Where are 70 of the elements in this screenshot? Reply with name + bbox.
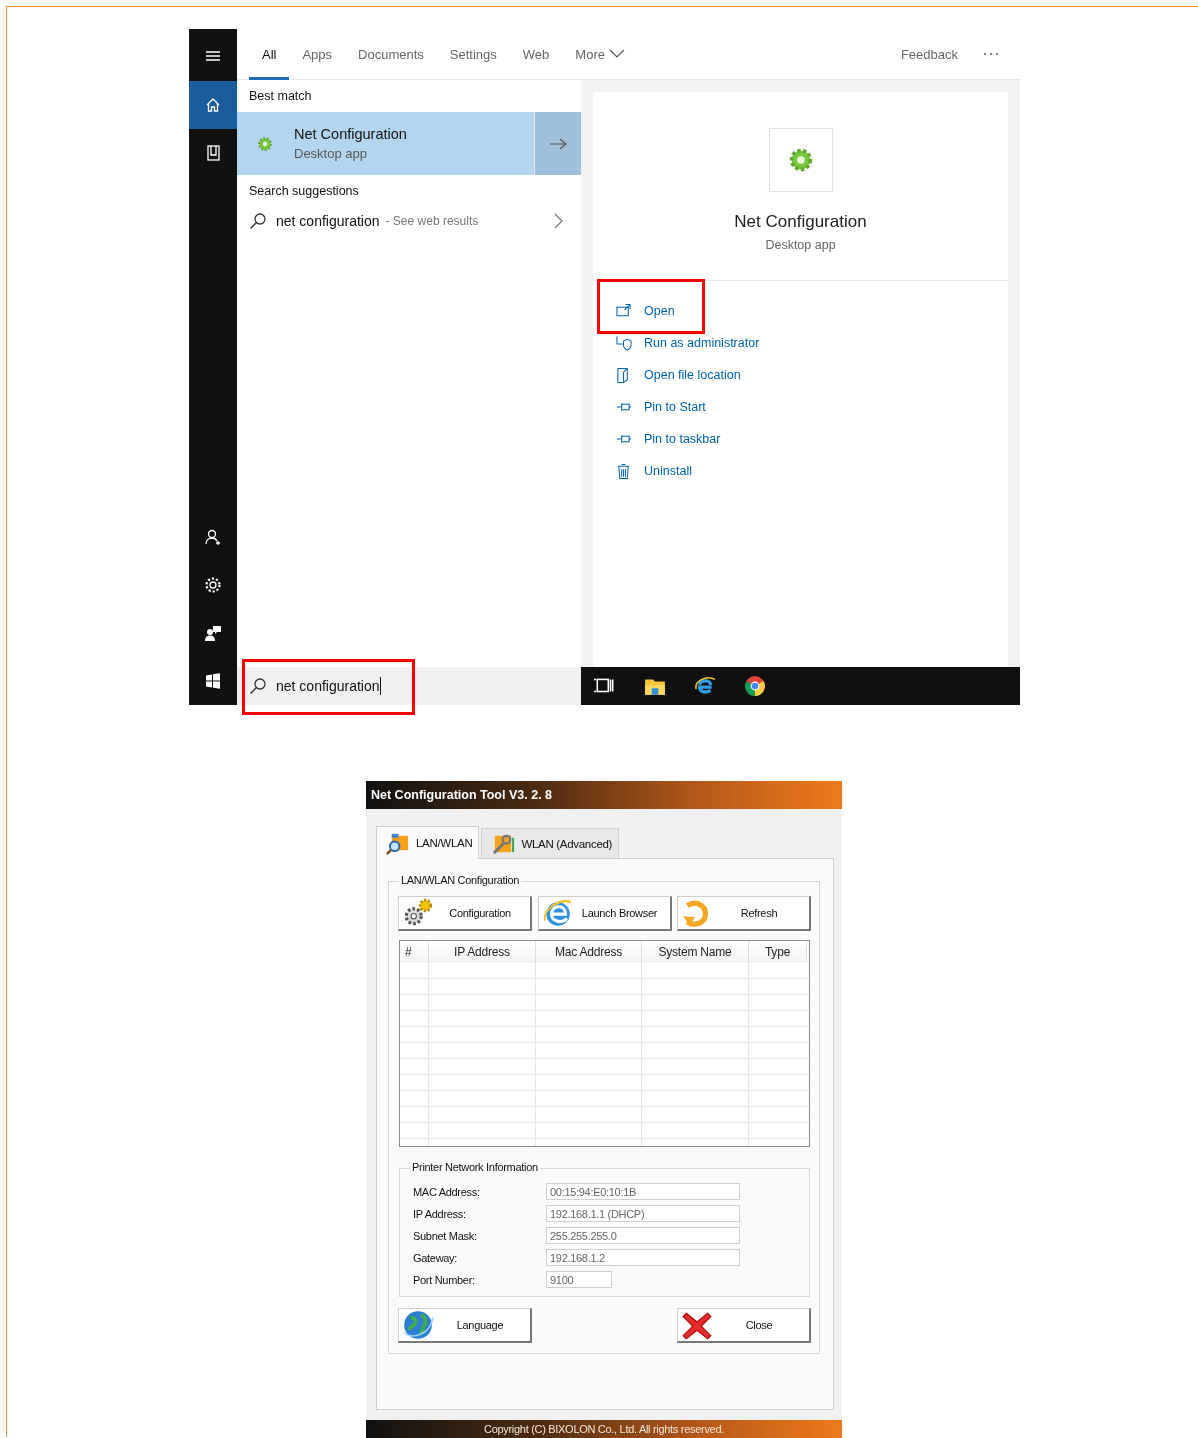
action-link[interactable]: Run as administrator <box>616 332 760 354</box>
tab[interactable]: WLAN (Advanced) <box>481 828 620 858</box>
start-icon <box>204 672 222 690</box>
feedback-icon <box>204 624 222 642</box>
shield-icon <box>616 334 632 352</box>
search-icon <box>249 677 266 695</box>
section-heading: Best match <box>248 88 313 105</box>
group-title: Printer Network Information <box>410 1161 540 1173</box>
taskbar-button[interactable] <box>743 674 767 698</box>
field-label: IP Address: <box>413 1207 467 1220</box>
text-field[interactable]: 00:15:94:E0:10:1B <box>546 1183 740 1200</box>
tab[interactable]: More <box>562 28 638 80</box>
suggestion-text: net configuration <box>276 213 380 229</box>
tab[interactable]: Apps <box>289 28 346 80</box>
action-link[interactable]: Open <box>616 300 675 322</box>
field-label: Gateway: <box>413 1251 459 1264</box>
tab[interactable]: LAN/WLAN <box>376 826 480 859</box>
action-link[interactable]: Open file location <box>616 364 741 386</box>
home-icon <box>204 96 222 114</box>
toolbar-button[interactable]: Configuration <box>398 896 532 931</box>
text-field[interactable]: 192.168.1.1 (DHCP) <box>546 1205 740 1222</box>
column-header[interactable]: System Name <box>642 941 749 963</box>
app-title: Net Configuration <box>734 212 867 232</box>
toolbar-button[interactable]: Refresh <box>677 896 811 931</box>
app-subtitle: Desktop app <box>294 146 368 161</box>
folder-magnifier-icon <box>385 831 411 855</box>
chevron-down-icon <box>608 49 625 59</box>
chrome-icon <box>744 675 766 697</box>
person-add-icon <box>204 528 222 546</box>
app-subtitle: Desktop app <box>765 238 836 252</box>
suggestion-hint: - See web results <box>385 214 479 228</box>
column-header[interactable]: Type <box>749 941 807 963</box>
text-field[interactable]: 255.255.255.0 <box>546 1227 740 1244</box>
column-header[interactable]: IP Address <box>429 941 536 963</box>
column-header[interactable]: Mac Address <box>536 941 642 963</box>
settings-icon <box>204 576 222 594</box>
action-link[interactable]: Uninstall <box>616 460 692 482</box>
search-icon <box>249 212 266 230</box>
copyright-bar: Copyright (C) BIXOLON Co., Ltd. All rights reserved. <box>366 1420 842 1438</box>
toolbar-button[interactable]: Language <box>398 1308 532 1343</box>
tab[interactable]: Web <box>509 28 563 80</box>
feedback-link[interactable]: Feedback <box>900 46 958 62</box>
app-title: Net Configuration <box>294 126 407 142</box>
globe-icon <box>402 1309 434 1341</box>
suggestion-item[interactable]: net configuration - See web results <box>237 205 581 237</box>
gear-icon <box>256 134 274 153</box>
field-label: Port Number: <box>413 1273 476 1286</box>
text-field[interactable]: 192.168.1.2 <box>546 1249 740 1266</box>
arrow-right-icon <box>549 137 567 150</box>
tab[interactable]: Documents <box>345 28 437 80</box>
field-label: MAC Address: <box>413 1185 481 1198</box>
chevron-right-icon <box>554 213 563 229</box>
toolbar-button[interactable]: Launch Browser <box>537 896 672 931</box>
section-heading: Search suggestions <box>248 183 360 200</box>
tab[interactable]: Settings <box>436 28 510 80</box>
text-field[interactable]: 9100 <box>546 1271 612 1288</box>
column-header[interactable]: # <box>400 941 429 963</box>
action-link[interactable]: Pin to Start <box>616 396 706 418</box>
notebook-icon <box>204 144 222 162</box>
best-match-item[interactable]: Net Configuration Desktop app <box>237 112 581 175</box>
window-title: Net Configuration Tool V3. 2. 8 <box>366 781 842 809</box>
more-options-icon[interactable] <box>982 51 1000 57</box>
toolbar-button[interactable]: Close <box>677 1308 811 1343</box>
action-link[interactable]: Pin to taskbar <box>616 428 721 450</box>
browser-e-icon <box>541 897 574 929</box>
group-title: LAN/WLAN Configuration <box>399 874 522 886</box>
field-label: Subnet Mask: <box>413 1229 478 1242</box>
search-field[interactable]: net configuration <box>237 667 581 705</box>
trash-icon <box>616 462 632 480</box>
browser-e-icon <box>694 675 716 697</box>
